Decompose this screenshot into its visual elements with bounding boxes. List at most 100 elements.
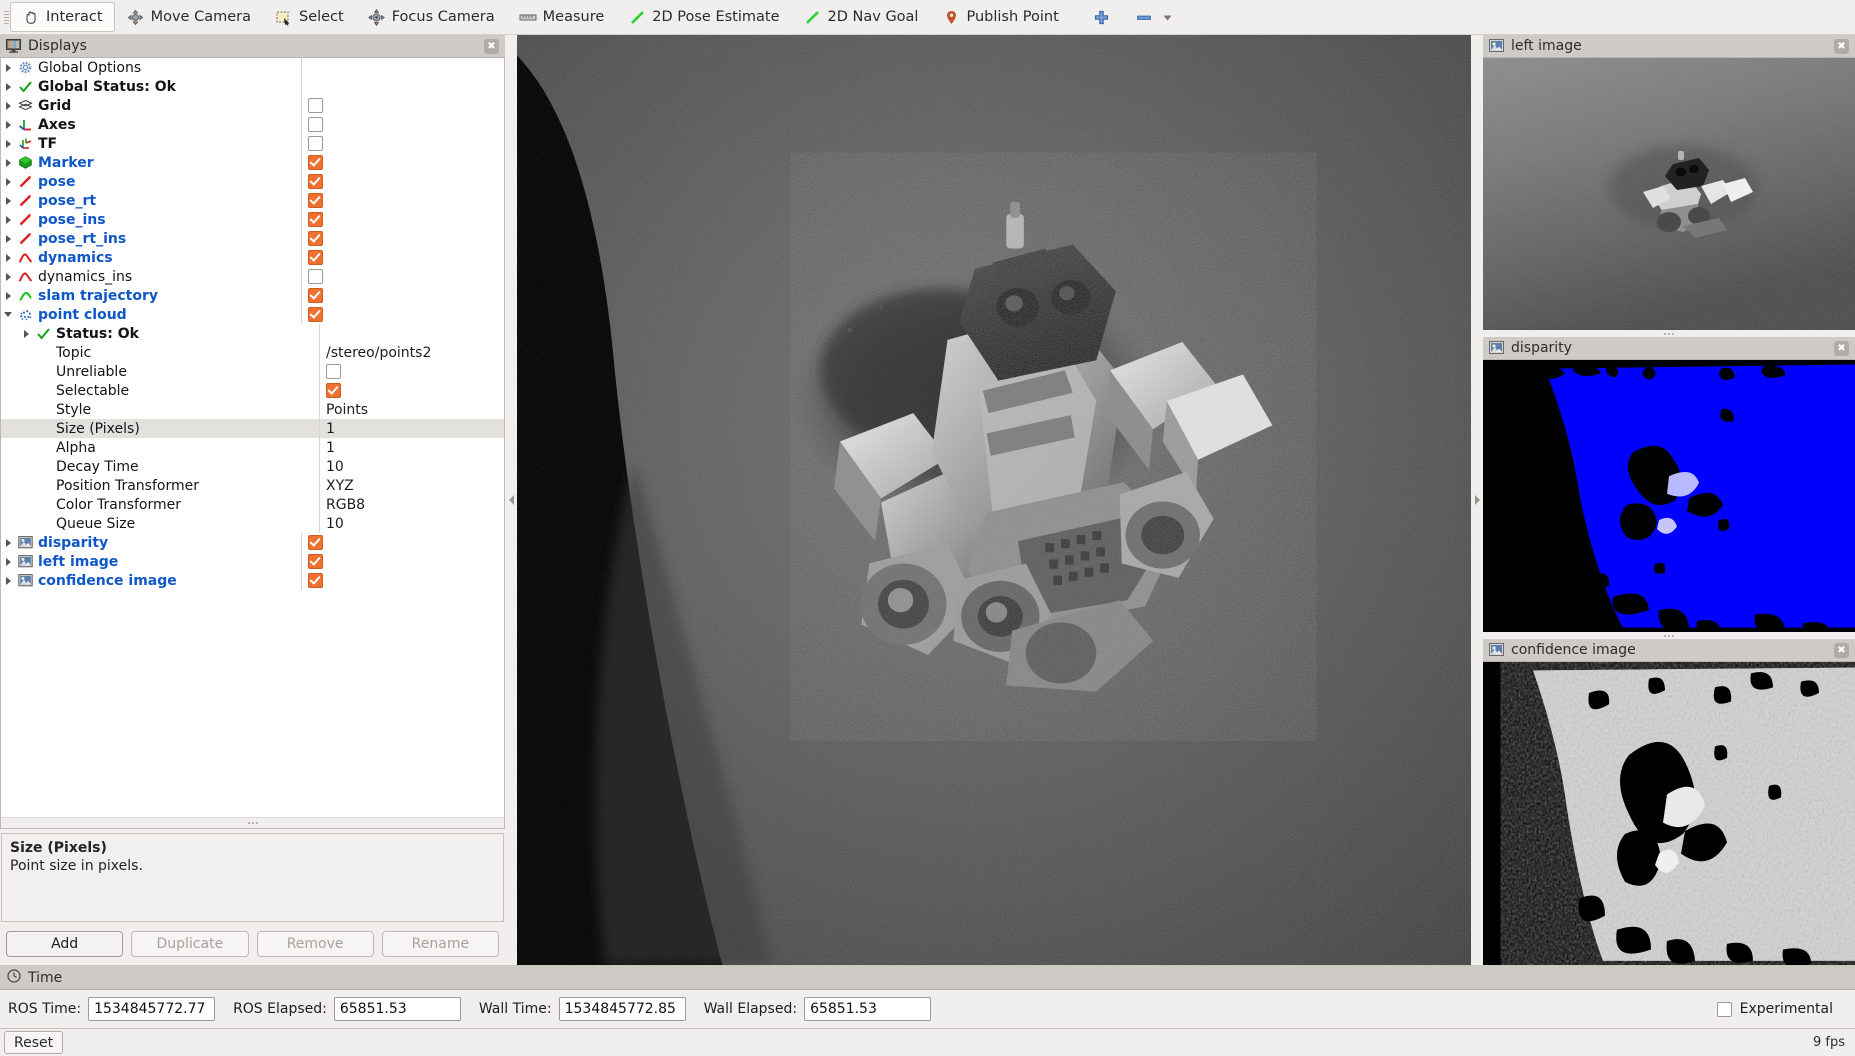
- render-viewport-3d[interactable]: [517, 35, 1471, 965]
- confidence-image-close-button[interactable]: ✖: [1834, 643, 1849, 658]
- display-row-status-ok[interactable]: Status: Ok: [1, 324, 504, 343]
- display-row-global-status-ok[interactable]: Global Status: Ok: [1, 77, 504, 96]
- display-row-pose-ins[interactable]: pose_ins: [1, 210, 504, 229]
- display-row-value-cell[interactable]: [320, 383, 504, 398]
- remove-tool-button[interactable]: [1123, 2, 1189, 32]
- displays-tree[interactable]: Global OptionsGlobal Status: OkGridAxesT…: [0, 58, 505, 829]
- image-panel-splitter-1[interactable]: [1483, 330, 1855, 337]
- tool-measure[interactable]: Measure: [507, 2, 617, 32]
- chevron-right-icon[interactable]: [1, 571, 15, 590]
- chevron-right-icon[interactable]: [1, 153, 15, 172]
- experimental-toggle[interactable]: Experimental: [1717, 1001, 1847, 1017]
- display-row-decay-time[interactable]: Decay Time10: [1, 457, 504, 476]
- display-row-value-cell[interactable]: RGB8: [320, 497, 504, 513]
- display-row-value-cell[interactable]: /stereo/points2: [320, 345, 504, 361]
- chevron-right-icon[interactable]: [1, 286, 15, 305]
- displays-close-button[interactable]: ✖: [484, 39, 499, 54]
- display-enable-checkbox[interactable]: [308, 155, 323, 170]
- display-row-style[interactable]: StylePoints: [1, 400, 504, 419]
- display-row-size-pixels[interactable]: Size (Pixels)1: [1, 419, 504, 438]
- display-row-confidence-image[interactable]: confidence image: [1, 571, 504, 590]
- chevron-right-icon[interactable]: [19, 324, 33, 343]
- display-row-pose-rt-ins[interactable]: pose_rt_ins: [1, 229, 504, 248]
- display-row-value-cell[interactable]: [320, 364, 504, 379]
- chevron-down-icon[interactable]: [1159, 8, 1177, 26]
- confidence-image-view[interactable]: [1483, 662, 1855, 965]
- chevron-right-icon[interactable]: [1, 134, 15, 153]
- displays-horizontal-scrollbar[interactable]: [1, 817, 504, 828]
- chevron-right-icon[interactable]: [1, 248, 15, 267]
- display-row-value-cell[interactable]: 1: [320, 440, 504, 456]
- chevron-right-icon[interactable]: [1, 77, 15, 96]
- ros-time-input[interactable]: 1534845772.77: [88, 997, 215, 1021]
- display-enable-checkbox[interactable]: [308, 573, 323, 588]
- tool-2d-nav-goal[interactable]: 2D Nav Goal: [792, 2, 931, 32]
- display-enable-checkbox[interactable]: [308, 98, 323, 113]
- display-row-value-cell[interactable]: Points: [320, 402, 504, 418]
- remove-display-button[interactable]: Remove: [257, 931, 374, 957]
- left-image-view[interactable]: [1483, 58, 1855, 330]
- disparity-view[interactable]: [1483, 360, 1855, 632]
- chevron-right-icon[interactable]: [1, 533, 15, 552]
- display-row-value-cell[interactable]: XYZ: [320, 478, 504, 494]
- tool-publish-point[interactable]: Publish Point: [930, 2, 1070, 32]
- display-row-value-cell[interactable]: [302, 117, 504, 132]
- display-enable-checkbox[interactable]: [308, 288, 323, 303]
- chevron-right-icon[interactable]: [1, 96, 15, 115]
- chevron-right-icon[interactable]: [1, 229, 15, 248]
- tool-select[interactable]: Select: [263, 2, 356, 32]
- tool-interact[interactable]: Interact: [10, 2, 115, 32]
- display-row-pose-rt[interactable]: pose_rt: [1, 191, 504, 210]
- display-row-marker[interactable]: Marker: [1, 153, 504, 172]
- display-row-unreliable[interactable]: Unreliable: [1, 362, 504, 381]
- tool-focus-camera[interactable]: Focus Camera: [356, 2, 507, 32]
- wall-elapsed-input[interactable]: 65851.53: [804, 997, 931, 1021]
- display-row-point-cloud[interactable]: point cloud: [1, 305, 504, 324]
- chevron-right-icon[interactable]: [1, 267, 15, 286]
- display-row-global-options[interactable]: Global Options: [1, 58, 504, 77]
- display-row-position-transformer[interactable]: Position TransformerXYZ: [1, 476, 504, 495]
- display-row-tf[interactable]: TF: [1, 134, 504, 153]
- tool-2d-pose-estimate[interactable]: 2D Pose Estimate: [616, 2, 791, 32]
- display-row-value-cell[interactable]: [302, 250, 504, 265]
- display-row-topic[interactable]: Topic/stereo/points2: [1, 343, 504, 362]
- disparity-close-button[interactable]: ✖: [1834, 341, 1849, 356]
- chevron-down-icon[interactable]: [1, 305, 15, 324]
- display-enable-checkbox[interactable]: [308, 212, 323, 227]
- display-row-value-cell[interactable]: [302, 535, 504, 550]
- display-row-value-cell[interactable]: [302, 269, 504, 284]
- display-enable-checkbox[interactable]: [308, 269, 323, 284]
- wall-time-input[interactable]: 1534845772.85: [559, 997, 686, 1021]
- display-row-value-cell[interactable]: [302, 573, 504, 588]
- reset-button[interactable]: Reset: [4, 1031, 63, 1054]
- display-row-color-transformer[interactable]: Color TransformerRGB8: [1, 495, 504, 514]
- display-row-dynamics[interactable]: dynamics: [1, 248, 504, 267]
- left-image-close-button[interactable]: ✖: [1834, 39, 1849, 54]
- display-row-value-cell[interactable]: [302, 307, 504, 322]
- display-row-value-cell[interactable]: [302, 98, 504, 113]
- display-row-dynamics-ins[interactable]: dynamics_ins: [1, 267, 504, 286]
- display-row-pose[interactable]: pose: [1, 172, 504, 191]
- display-row-left-image[interactable]: left image: [1, 552, 504, 571]
- display-enable-checkbox[interactable]: [308, 117, 323, 132]
- ros-elapsed-input[interactable]: 65851.53: [334, 997, 461, 1021]
- display-row-axes[interactable]: Axes: [1, 115, 504, 134]
- chevron-right-icon[interactable]: [1, 210, 15, 229]
- display-row-grid[interactable]: Grid: [1, 96, 504, 115]
- chevron-right-icon[interactable]: [1, 552, 15, 571]
- toolbar-drag-handle[interactable]: [2, 4, 10, 30]
- right-splitter-handle[interactable]: [1471, 35, 1483, 965]
- display-enable-checkbox[interactable]: [308, 231, 323, 246]
- add-tool-button[interactable]: [1081, 2, 1123, 32]
- chevron-right-icon[interactable]: [1, 58, 15, 77]
- experimental-checkbox[interactable]: [1717, 1002, 1732, 1017]
- display-row-value-cell[interactable]: [302, 136, 504, 151]
- display-row-alpha[interactable]: Alpha1: [1, 438, 504, 457]
- display-enable-checkbox[interactable]: [308, 193, 323, 208]
- display-enable-checkbox[interactable]: [326, 364, 341, 379]
- display-row-value-cell[interactable]: [302, 193, 504, 208]
- display-row-value-cell[interactable]: 10: [320, 516, 504, 532]
- display-enable-checkbox[interactable]: [308, 307, 323, 322]
- display-enable-checkbox[interactable]: [308, 535, 323, 550]
- rename-display-button[interactable]: Rename: [382, 931, 499, 957]
